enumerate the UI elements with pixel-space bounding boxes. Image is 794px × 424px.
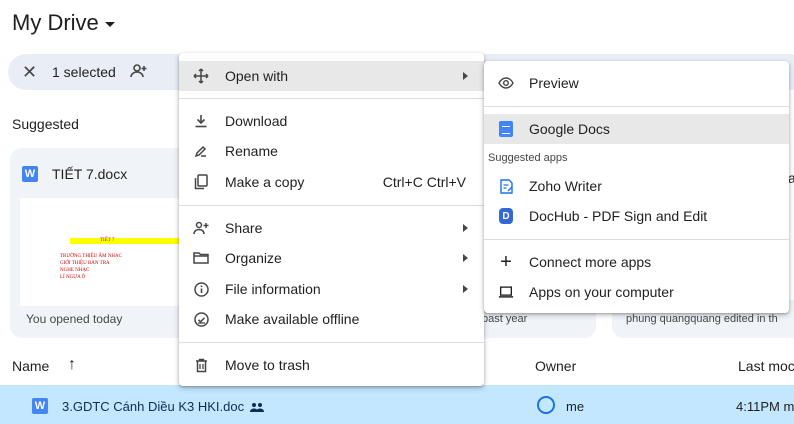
file-thumbnail: TIẾT 7 TRƯỜNG THIỆU ÂM NHẠC GIỚI THIỆU B… [20, 198, 200, 306]
menu-item-share[interactable]: Share [179, 213, 484, 243]
menu-item-make-copy[interactable]: Make a copy Ctrl+C Ctrl+V [179, 167, 484, 197]
thumbnail-title-text: TIẾT 7 [100, 238, 115, 243]
menu-item-rename[interactable]: Rename [179, 136, 484, 166]
modified-time: 4:11PM m [736, 399, 794, 414]
menu-label: Zoho Writer [529, 178, 602, 194]
owner-name: me [566, 399, 585, 414]
divider [179, 98, 484, 99]
submenu-arrow-icon [463, 285, 468, 293]
caret-down-icon [104, 22, 115, 27]
menu-label: Connect more apps [529, 254, 652, 270]
file-name: 3.GDTC Cánh Diều K3 HKI.doc [62, 399, 265, 414]
thumbnail-body-text: TRƯỜNG THIỆU ÂM NHẠC GIỚI THIỆU BẢN TRA … [60, 254, 122, 280]
menu-item-dochub[interactable]: D DocHub - PDF Sign and Edit [484, 201, 789, 231]
divider [179, 342, 484, 343]
folder-icon [193, 250, 209, 266]
card-filename: TIẾT 7.docx [52, 166, 128, 182]
menu-item-computer-apps[interactable]: Apps on your computer [484, 277, 789, 307]
zoho-writer-icon [498, 178, 514, 194]
section-label: Suggested apps [488, 152, 568, 164]
move-arrows-icon [193, 68, 209, 84]
divider [484, 106, 789, 107]
menu-item-file-information[interactable]: File information [179, 274, 484, 304]
share-person-icon[interactable] [130, 63, 148, 82]
avatar [537, 396, 555, 414]
shared-people-icon [250, 402, 265, 412]
column-last-modified[interactable]: Last moc [738, 358, 794, 374]
sort-arrow-up-icon[interactable]: ↑ [68, 356, 76, 374]
shortcut-text: Ctrl+C Ctrl+V [382, 174, 466, 190]
menu-item-preview[interactable]: Preview [484, 68, 789, 98]
submenu-arrow-icon [463, 254, 468, 262]
page-title: My Drive [12, 10, 99, 35]
drive-title-button[interactable]: My Drive [12, 10, 115, 36]
menu-item-zoho-writer[interactable]: Zoho Writer [484, 171, 789, 201]
menu-label: Google Docs [529, 121, 610, 137]
divider [179, 205, 484, 206]
submenu-arrow-icon [463, 224, 468, 232]
dochub-icon: D [498, 208, 514, 224]
plus-icon: + [500, 250, 512, 273]
eye-icon [498, 75, 514, 91]
menu-label: Move to trash [225, 357, 310, 373]
offline-check-icon [193, 311, 209, 327]
menu-item-google-docs[interactable]: Google Docs [484, 114, 789, 144]
selection-count: 1 selected [52, 64, 116, 80]
pencil-icon [193, 143, 209, 159]
menu-item-download[interactable]: Download [179, 106, 484, 136]
section-suggested: Suggested [12, 116, 79, 132]
close-icon[interactable]: ✕ [22, 62, 42, 83]
menu-label: Download [225, 113, 288, 129]
menu-item-trash[interactable]: Move to trash [179, 350, 484, 380]
file-name-text: 3.GDTC Cánh Diều K3 HKI.doc [62, 399, 245, 414]
menu-label: Preview [529, 75, 579, 91]
trash-icon [193, 357, 209, 373]
menu-label: DocHub - PDF Sign and Edit [529, 208, 708, 224]
divider [484, 239, 789, 240]
menu-label: Apps on your computer [529, 284, 674, 300]
table-row[interactable]: W 3.GDTC Cánh Diều K3 HKI.doc me 4:11PM … [0, 385, 794, 424]
menu-label: File information [225, 281, 321, 297]
menu-label: Share [225, 220, 263, 236]
menu-item-organize[interactable]: Organize [179, 243, 484, 273]
card-activity: You opened today [26, 312, 123, 326]
menu-label: Make a copy [225, 174, 305, 190]
open-with-submenu: Preview Google Docs Suggested apps Zoho … [484, 61, 789, 313]
word-file-icon: W [22, 166, 38, 182]
google-docs-icon [498, 121, 514, 137]
card-activity: phung quangquang edited in th [626, 313, 778, 325]
share-person-icon [193, 220, 209, 236]
download-icon [193, 113, 209, 129]
info-icon [193, 281, 209, 297]
menu-label: Open with [225, 68, 289, 84]
context-menu: Open with Download Rename Make a copy Ct… [179, 53, 484, 386]
laptop-icon [498, 284, 514, 300]
menu-item-connect-apps[interactable]: + Connect more apps [484, 247, 789, 277]
column-owner: Owner [535, 358, 577, 374]
copy-icon [193, 174, 209, 190]
menu-label: Organize [225, 250, 282, 266]
menu-label: Make available offline [225, 311, 360, 327]
menu-item-offline[interactable]: Make available offline [179, 304, 484, 334]
submenu-arrow-icon [463, 72, 468, 80]
column-name[interactable]: Name [12, 358, 49, 374]
word-file-icon: W [32, 398, 48, 414]
card-activity: past year [482, 313, 528, 325]
menu-label: Rename [225, 143, 278, 159]
menu-item-open-with[interactable]: Open with [179, 61, 484, 91]
